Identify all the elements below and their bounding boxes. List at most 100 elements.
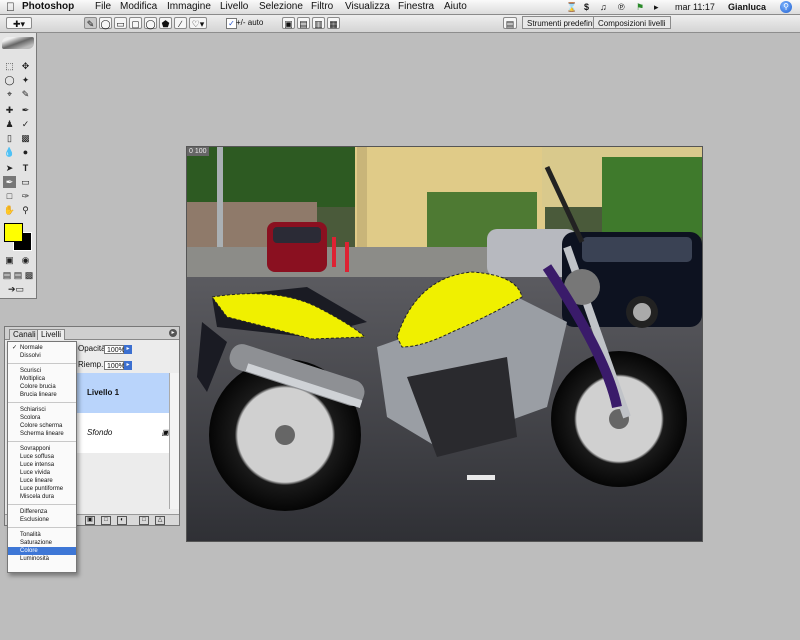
magic-wand-tool-icon[interactable]: ✦: [19, 74, 32, 86]
blend-mode-item[interactable]: Schiarisci: [8, 406, 76, 414]
layers-scrollbar[interactable]: [169, 373, 179, 509]
menu-livello[interactable]: Livello: [220, 0, 248, 14]
rounded-rect-option-icon[interactable]: ▢: [129, 17, 142, 29]
standard-mode-icon[interactable]: ▣: [3, 254, 16, 266]
adjustment-layer-icon[interactable]: ◐: [117, 516, 127, 525]
blend-mode-item[interactable]: Colore brucia: [8, 383, 76, 391]
zoom-tool-icon[interactable]: ⚲: [19, 204, 32, 216]
s-icon[interactable]: $: [584, 0, 589, 14]
fill-arrow-icon[interactable]: ▸: [124, 361, 132, 370]
trash-icon[interactable]: △: [155, 516, 165, 525]
blend-mode-item[interactable]: Colore: [8, 547, 76, 555]
fill-field[interactable]: 100%: [104, 361, 125, 370]
notes-tool-icon[interactable]: □: [3, 190, 16, 202]
lasso-tool-icon[interactable]: ◯: [3, 74, 16, 86]
menu-aiuto[interactable]: Aiuto: [444, 0, 467, 14]
blend-mode-item[interactable]: Luce soffusa: [8, 453, 76, 461]
menu-visualizza[interactable]: Visualizza: [345, 0, 390, 14]
eraser-tool-icon[interactable]: ▯: [3, 132, 16, 144]
layer-mask-icon[interactable]: ▣: [85, 516, 95, 525]
subtract-area-icon[interactable]: ▤: [297, 17, 310, 29]
type-tool-icon[interactable]: T: [19, 162, 32, 174]
blend-mode-item[interactable]: Miscela dura: [8, 493, 76, 501]
palette-well-icon[interactable]: ▤: [503, 17, 517, 29]
rect-option-icon[interactable]: ▭: [114, 17, 127, 29]
tab-canali[interactable]: Canali: [9, 329, 40, 340]
blend-mode-item[interactable]: Brucia lineare: [8, 391, 76, 399]
layer-row-livello-1[interactable]: Livello 1: [75, 373, 179, 413]
ellipse-option-icon[interactable]: ◯: [144, 17, 157, 29]
screen-mode-standard-icon[interactable]: ▤: [2, 269, 12, 281]
brush-tool-icon[interactable]: ✒: [19, 104, 32, 116]
user-name[interactable]: Gianluca: [728, 0, 766, 14]
stamp-tool-icon[interactable]: ♟: [3, 118, 16, 130]
tab-composizioni-livelli[interactable]: Composizioni livelli: [593, 16, 671, 29]
blend-mode-item[interactable]: Luce vivida: [8, 469, 76, 477]
menu-immagine[interactable]: Immagine: [167, 0, 211, 14]
blend-mode-item[interactable]: Saturazione: [8, 539, 76, 547]
blend-mode-item[interactable]: Luce intensa: [8, 461, 76, 469]
clock[interactable]: mar 11:17: [675, 0, 715, 14]
dodge-tool-icon[interactable]: ●: [19, 146, 32, 158]
new-layer-icon[interactable]: □: [139, 516, 149, 525]
opacity-arrow-icon[interactable]: ▸: [124, 345, 132, 354]
crop-tool-icon[interactable]: ⌖: [3, 88, 16, 100]
blend-mode-item[interactable]: Scurisci: [8, 367, 76, 375]
blend-mode-item[interactable]: Sovrapponi: [8, 445, 76, 453]
blend-mode-item[interactable]: Differenza: [8, 508, 76, 516]
blend-mode-item[interactable]: Esclusione: [8, 516, 76, 524]
lasso-option-icon[interactable]: ◯: [99, 17, 112, 29]
menu-filtro[interactable]: Filtro: [311, 0, 333, 14]
menu-modifica[interactable]: Modifica: [120, 0, 157, 14]
eyedropper-tool-icon[interactable]: ✑: [19, 190, 32, 202]
polygon-option-icon[interactable]: ⬟: [159, 17, 172, 29]
blend-mode-item[interactable]: ✓ Normale: [8, 344, 76, 352]
apple-icon[interactable]: : [6, 0, 15, 14]
volume-icon[interactable]: ▸: [654, 0, 659, 14]
add-area-icon[interactable]: ▣: [282, 17, 295, 29]
history-brush-tool-icon[interactable]: ✓: [19, 118, 32, 130]
blend-mode-item[interactable]: Luminosità: [8, 555, 76, 563]
blend-mode-item[interactable]: Luce lineare: [8, 477, 76, 485]
jump-to-imageready-icon[interactable]: ➔▭: [3, 283, 29, 295]
blend-mode-item[interactable]: Scolora: [8, 414, 76, 422]
foreground-color-swatch[interactable]: [4, 223, 23, 242]
palette-menu-icon[interactable]: ▸: [169, 329, 177, 337]
blur-tool-icon[interactable]: 💧: [3, 146, 16, 158]
hourglass-icon[interactable]: ⌛: [566, 0, 577, 14]
spotlight-icon[interactable]: ⚲: [780, 1, 792, 13]
screen-mode-full-icon[interactable]: ▩: [24, 269, 34, 281]
bluetooth-icon[interactable]: ℗: [618, 0, 625, 14]
pen-tool-icon[interactable]: ✒: [3, 176, 16, 188]
layer-set-icon[interactable]: □: [101, 516, 111, 525]
new-selection-icon[interactable]: ✎: [84, 17, 97, 29]
line-option-icon[interactable]: ∕: [174, 17, 187, 29]
blend-mode-item[interactable]: Moltiplica: [8, 375, 76, 383]
path-selection-tool-icon[interactable]: ➤: [3, 162, 16, 174]
move-tool-icon[interactable]: ✥: [19, 60, 32, 72]
blend-mode-item[interactable]: Luce puntiforme: [8, 485, 76, 493]
intersect-area-icon[interactable]: ▥: [312, 17, 325, 29]
document-canvas[interactable]: 0 100: [186, 146, 703, 542]
blend-mode-item[interactable]: Dissolvi: [8, 352, 76, 360]
gradient-tool-icon[interactable]: ▩: [19, 132, 32, 144]
adobe-feather-icon[interactable]: [2, 37, 34, 49]
tab-livelli[interactable]: Livelli: [37, 329, 66, 340]
layer-row-sfondo[interactable]: Sfondo ▣: [75, 413, 179, 453]
tool-preset-picker[interactable]: ✚▾: [6, 17, 32, 29]
marquee-tool-icon[interactable]: ⬚: [3, 60, 16, 72]
shape-tool-icon[interactable]: ▭: [19, 176, 32, 188]
menu-finestra[interactable]: Finestra: [398, 0, 434, 14]
slice-tool-icon[interactable]: ✎: [19, 88, 32, 100]
blend-mode-item[interactable]: Colore scherma: [8, 422, 76, 430]
blend-mode-item[interactable]: Tonalità: [8, 531, 76, 539]
hand-tool-icon[interactable]: ✋: [3, 204, 16, 216]
screen-mode-menu-icon[interactable]: ▤: [13, 269, 23, 281]
healing-tool-icon[interactable]: ✚: [3, 104, 16, 116]
flag-icon[interactable]: ⚑: [636, 0, 644, 14]
sound-icon[interactable]: ♫: [600, 0, 607, 14]
opacity-field[interactable]: 100%: [104, 345, 125, 354]
menu-app[interactable]: Photoshop: [22, 0, 74, 14]
custom-shape-option-icon[interactable]: ♡▾: [189, 17, 207, 29]
quick-mask-icon[interactable]: ◉: [19, 254, 32, 266]
